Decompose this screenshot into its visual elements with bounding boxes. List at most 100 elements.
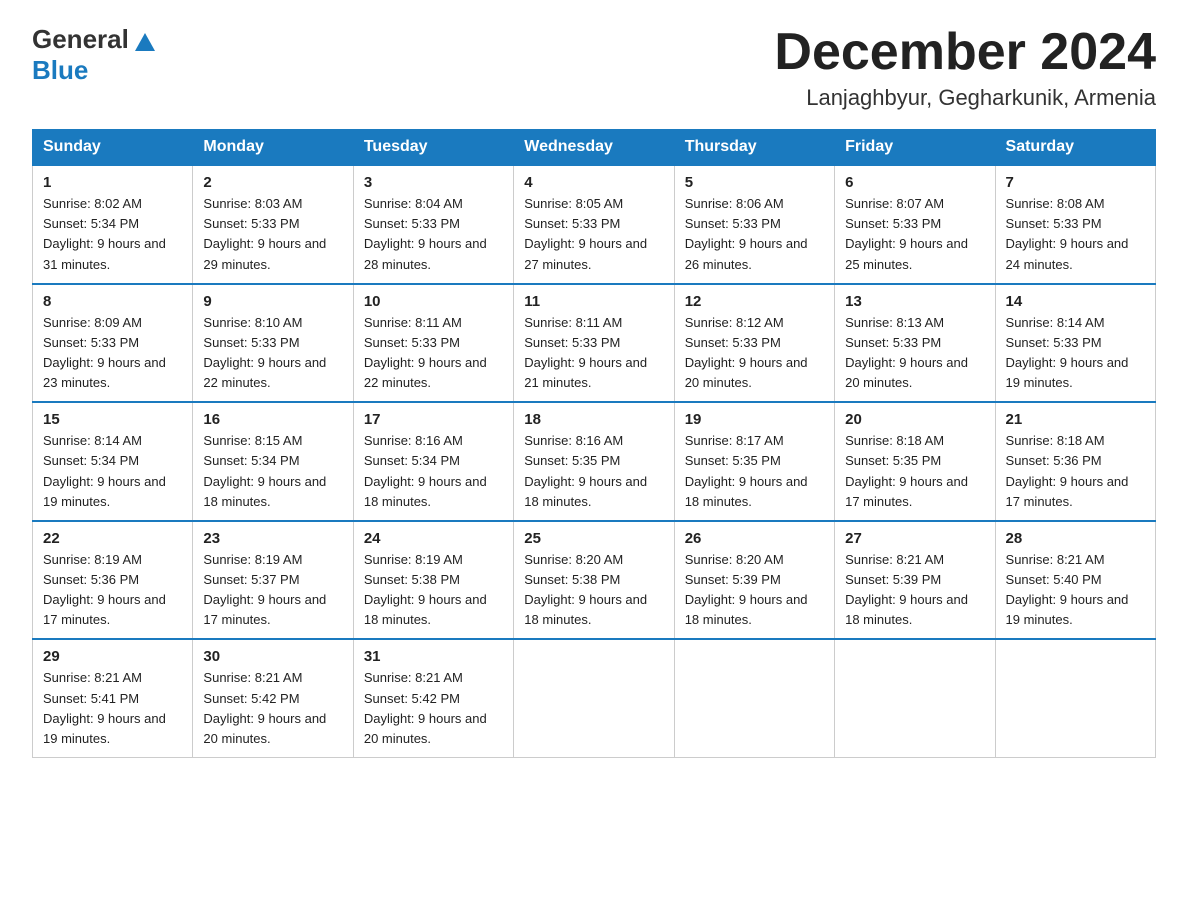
day-info: Sunrise: 8:19 AMSunset: 5:38 PMDaylight:…	[364, 552, 487, 627]
header-saturday: Saturday	[995, 130, 1155, 166]
calendar-week-row: 15 Sunrise: 8:14 AMSunset: 5:34 PMDayligh…	[33, 402, 1156, 521]
calendar-cell: 28 Sunrise: 8:21 AMSunset: 5:40 PMDayligh…	[995, 521, 1155, 640]
day-info: Sunrise: 8:20 AMSunset: 5:38 PMDaylight:…	[524, 552, 647, 627]
header-tuesday: Tuesday	[353, 130, 513, 166]
day-number: 28	[1006, 530, 1145, 547]
calendar-cell: 6 Sunrise: 8:07 AMSunset: 5:33 PMDaylight…	[835, 165, 995, 284]
calendar-cell: 23Sunrise: 8:19 AMSunset: 5:37 PMDayligh…	[193, 521, 353, 640]
calendar-week-row: 29 Sunrise: 8:21 AMSunset: 5:41 PMDayligh…	[33, 639, 1156, 757]
day-info: Sunrise: 8:03 AMSunset: 5:33 PMDaylight:…	[203, 196, 326, 271]
day-info: Sunrise: 8:15 AMSunset: 5:34 PMDaylight:…	[203, 433, 326, 508]
day-number: 27	[845, 530, 984, 547]
day-info: Sunrise: 8:11 AMSunset: 5:33 PMDaylight:…	[364, 315, 487, 390]
calendar-week-row: 1 Sunrise: 8:02 AMSunset: 5:34 PMDaylight…	[33, 165, 1156, 284]
header-friday: Friday	[835, 130, 995, 166]
day-number: 7	[1006, 174, 1145, 191]
calendar-cell: 25 Sunrise: 8:20 AMSunset: 5:38 PMDayligh…	[514, 521, 674, 640]
header-thursday: Thursday	[674, 130, 834, 166]
calendar-cell: 13 Sunrise: 8:13 AMSunset: 5:33 PMDayligh…	[835, 284, 995, 403]
calendar-cell: 9 Sunrise: 8:10 AMSunset: 5:33 PMDaylight…	[193, 284, 353, 403]
day-number: 22	[43, 530, 182, 547]
calendar-cell: 1 Sunrise: 8:02 AMSunset: 5:34 PMDaylight…	[33, 165, 193, 284]
day-number: 13	[845, 293, 984, 310]
calendar-header-row: Sunday Monday Tuesday Wednesday Thursday…	[33, 130, 1156, 166]
day-number: 19	[685, 411, 824, 428]
calendar-cell	[995, 639, 1155, 757]
day-info: Sunrise: 8:13 AMSunset: 5:33 PMDaylight:…	[845, 315, 968, 390]
day-info: Sunrise: 8:06 AMSunset: 5:33 PMDaylight:…	[685, 196, 808, 271]
calendar-week-row: 8Sunrise: 8:09 AMSunset: 5:33 PMDaylight…	[33, 284, 1156, 403]
day-info: Sunrise: 8:04 AMSunset: 5:33 PMDaylight:…	[364, 196, 487, 271]
day-number: 15	[43, 411, 182, 428]
day-info: Sunrise: 8:02 AMSunset: 5:34 PMDaylight:…	[43, 196, 166, 271]
calendar-cell: 24 Sunrise: 8:19 AMSunset: 5:38 PMDayligh…	[353, 521, 513, 640]
day-number: 29	[43, 648, 182, 665]
day-number: 14	[1006, 293, 1145, 310]
day-number: 6	[845, 174, 984, 191]
header-monday: Monday	[193, 130, 353, 166]
page-header: General Blue December 2024 Lanjaghbyur, …	[32, 24, 1156, 111]
day-number: 10	[364, 293, 503, 310]
calendar-cell: 3 Sunrise: 8:04 AMSunset: 5:33 PMDaylight…	[353, 165, 513, 284]
calendar-cell	[674, 639, 834, 757]
calendar-cell: 10 Sunrise: 8:11 AMSunset: 5:33 PMDayligh…	[353, 284, 513, 403]
day-info: Sunrise: 8:11 AMSunset: 5:33 PMDaylight:…	[524, 315, 647, 390]
calendar-cell: 12 Sunrise: 8:12 AMSunset: 5:33 PMDayligh…	[674, 284, 834, 403]
calendar-cell: 14 Sunrise: 8:14 AMSunset: 5:33 PMDayligh…	[995, 284, 1155, 403]
calendar-cell: 20Sunrise: 8:18 AMSunset: 5:35 PMDayligh…	[835, 402, 995, 521]
day-info: Sunrise: 8:17 AMSunset: 5:35 PMDaylight:…	[685, 433, 808, 508]
calendar-cell: 8Sunrise: 8:09 AMSunset: 5:33 PMDaylight…	[33, 284, 193, 403]
calendar-cell: 7 Sunrise: 8:08 AMSunset: 5:33 PMDaylight…	[995, 165, 1155, 284]
location-title: Lanjaghbyur, Gegharkunik, Armenia	[774, 85, 1156, 111]
calendar-week-row: 22Sunrise: 8:19 AMSunset: 5:36 PMDayligh…	[33, 521, 1156, 640]
calendar-cell: 19 Sunrise: 8:17 AMSunset: 5:35 PMDayligh…	[674, 402, 834, 521]
day-info: Sunrise: 8:16 AMSunset: 5:35 PMDaylight:…	[524, 433, 647, 508]
calendar-cell: 22Sunrise: 8:19 AMSunset: 5:36 PMDayligh…	[33, 521, 193, 640]
title-block: December 2024 Lanjaghbyur, Gegharkunik, …	[774, 24, 1156, 111]
month-title: December 2024	[774, 24, 1156, 81]
logo-blue-text: Blue	[32, 55, 88, 86]
header-wednesday: Wednesday	[514, 130, 674, 166]
day-number: 4	[524, 174, 663, 191]
logo-icon	[131, 27, 159, 55]
day-number: 12	[685, 293, 824, 310]
calendar-cell: 2Sunrise: 8:03 AMSunset: 5:33 PMDaylight…	[193, 165, 353, 284]
day-info: Sunrise: 8:10 AMSunset: 5:33 PMDaylight:…	[203, 315, 326, 390]
calendar-cell: 15 Sunrise: 8:14 AMSunset: 5:34 PMDayligh…	[33, 402, 193, 521]
day-number: 1	[43, 174, 182, 191]
day-info: Sunrise: 8:21 AMSunset: 5:40 PMDaylight:…	[1006, 552, 1129, 627]
day-number: 5	[685, 174, 824, 191]
day-number: 3	[364, 174, 503, 191]
calendar-cell: 30Sunrise: 8:21 AMSunset: 5:42 PMDayligh…	[193, 639, 353, 757]
logo: General Blue	[32, 24, 159, 86]
day-number: 9	[203, 293, 342, 310]
calendar-cell: 11 Sunrise: 8:11 AMSunset: 5:33 PMDayligh…	[514, 284, 674, 403]
calendar-cell: 27Sunrise: 8:21 AMSunset: 5:39 PMDayligh…	[835, 521, 995, 640]
day-info: Sunrise: 8:07 AMSunset: 5:33 PMDaylight:…	[845, 196, 968, 271]
day-info: Sunrise: 8:14 AMSunset: 5:33 PMDaylight:…	[1006, 315, 1129, 390]
day-number: 24	[364, 530, 503, 547]
day-info: Sunrise: 8:08 AMSunset: 5:33 PMDaylight:…	[1006, 196, 1129, 271]
day-info: Sunrise: 8:21 AMSunset: 5:41 PMDaylight:…	[43, 670, 166, 745]
day-info: Sunrise: 8:16 AMSunset: 5:34 PMDaylight:…	[364, 433, 487, 508]
day-info: Sunrise: 8:18 AMSunset: 5:36 PMDaylight:…	[1006, 433, 1129, 508]
day-info: Sunrise: 8:20 AMSunset: 5:39 PMDaylight:…	[685, 552, 808, 627]
day-number: 17	[364, 411, 503, 428]
day-number: 11	[524, 293, 663, 310]
day-info: Sunrise: 8:05 AMSunset: 5:33 PMDaylight:…	[524, 196, 647, 271]
day-info: Sunrise: 8:19 AMSunset: 5:37 PMDaylight:…	[203, 552, 326, 627]
day-number: 16	[203, 411, 342, 428]
day-info: Sunrise: 8:14 AMSunset: 5:34 PMDaylight:…	[43, 433, 166, 508]
day-info: Sunrise: 8:12 AMSunset: 5:33 PMDaylight:…	[685, 315, 808, 390]
day-number: 8	[43, 293, 182, 310]
calendar-cell: 4 Sunrise: 8:05 AMSunset: 5:33 PMDaylight…	[514, 165, 674, 284]
calendar-cell	[514, 639, 674, 757]
calendar-cell: 16 Sunrise: 8:15 AMSunset: 5:34 PMDayligh…	[193, 402, 353, 521]
calendar-cell: 21Sunrise: 8:18 AMSunset: 5:36 PMDayligh…	[995, 402, 1155, 521]
day-info: Sunrise: 8:21 AMSunset: 5:42 PMDaylight:…	[203, 670, 326, 745]
day-info: Sunrise: 8:21 AMSunset: 5:42 PMDaylight:…	[364, 670, 487, 745]
calendar-cell: 17 Sunrise: 8:16 AMSunset: 5:34 PMDayligh…	[353, 402, 513, 521]
day-number: 25	[524, 530, 663, 547]
day-number: 31	[364, 648, 503, 665]
calendar-cell: 31 Sunrise: 8:21 AMSunset: 5:42 PMDayligh…	[353, 639, 513, 757]
